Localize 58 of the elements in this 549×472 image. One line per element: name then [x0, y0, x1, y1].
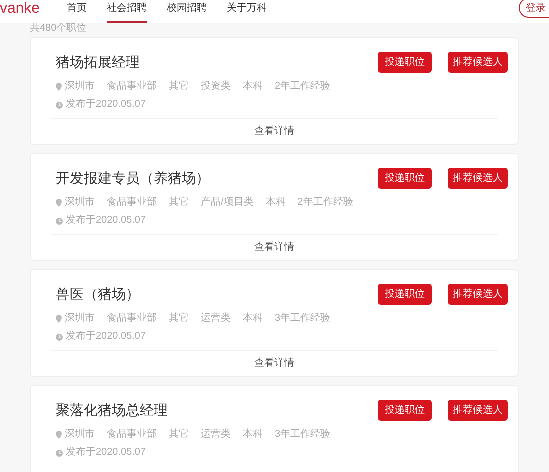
apply-button[interactable]: 投递职位: [378, 284, 432, 305]
location-icon: [56, 199, 62, 207]
job-tag: 食品事业部: [107, 428, 157, 442]
posted-date: 发布于2020.05.07: [66, 214, 146, 228]
recommend-button[interactable]: 推荐候选人: [448, 168, 508, 189]
apply-button[interactable]: 投递职位: [378, 400, 432, 421]
job-tag: 本科: [243, 312, 263, 326]
job-tag: 食品事业部: [107, 312, 157, 326]
clock-icon: [56, 450, 63, 456]
job-city: 深圳市: [65, 312, 95, 326]
job-tag: 产品/项目类: [201, 196, 254, 210]
job-title[interactable]: 开发报建专员（养猪场）: [56, 168, 354, 188]
location-icon: [56, 83, 62, 91]
job-title[interactable]: 聚落化猪场总经理: [56, 400, 331, 420]
view-details-link[interactable]: 查看详情: [254, 124, 294, 139]
job-tag: 本科: [266, 196, 286, 210]
location-icon: [56, 315, 62, 323]
clock-icon: [56, 334, 63, 340]
nav-tab[interactable]: 首页: [67, 0, 87, 23]
job-tag: 3年工作经验: [275, 312, 331, 326]
posted-date: 发布于2020.05.07: [66, 446, 146, 460]
apply-button[interactable]: 投递职位: [378, 52, 432, 73]
nav-tab[interactable]: 社会招聘: [107, 0, 147, 23]
clock-icon: [56, 102, 63, 108]
job-tag: 其它: [169, 196, 189, 210]
job-tag: 本科: [243, 80, 263, 94]
job-city: 深圳市: [65, 80, 95, 94]
job-tag: 3年工作经验: [275, 428, 331, 442]
view-details-link[interactable]: 查看详情: [254, 240, 294, 255]
location-icon: [56, 431, 62, 439]
job-title[interactable]: 猪场拓展经理: [56, 52, 331, 72]
job-count: 共480个职位: [30, 23, 88, 35]
clock-icon: [56, 218, 63, 224]
job-tag: 食品事业部: [107, 196, 157, 210]
job-tag: 食品事业部: [107, 80, 157, 94]
logo[interactable]: vanke: [0, 1, 55, 16]
view-details-link[interactable]: 查看详情: [254, 356, 294, 371]
job-tag: 2年工作经验: [275, 80, 331, 94]
job-tag: 运营类: [201, 312, 231, 326]
job-tag: 其它: [169, 428, 189, 442]
login-button[interactable]: 登录: [519, 0, 549, 18]
job-tag: 其它: [169, 312, 189, 326]
recommend-button[interactable]: 推荐候选人: [448, 400, 508, 421]
apply-button[interactable]: 投递职位: [378, 168, 432, 189]
posted-date: 发布于2020.05.07: [66, 98, 146, 112]
job-title[interactable]: 兽医（猪场）: [56, 284, 331, 304]
job-tag: 其它: [169, 80, 189, 94]
job-tag: 2年工作经验: [298, 196, 354, 210]
job-city: 深圳市: [65, 196, 95, 210]
job-city: 深圳市: [65, 428, 95, 442]
posted-date: 发布于2020.05.07: [66, 330, 146, 344]
nav-tab[interactable]: 校园招聘: [167, 0, 207, 23]
recommend-button[interactable]: 推荐候选人: [448, 52, 508, 73]
job-tag: 本科: [243, 428, 263, 442]
recommend-button[interactable]: 推荐候选人: [448, 284, 508, 305]
job-tag: 投资类: [201, 80, 231, 94]
nav-tab[interactable]: 关于万科: [227, 0, 267, 23]
job-tag: 运营类: [201, 428, 231, 442]
